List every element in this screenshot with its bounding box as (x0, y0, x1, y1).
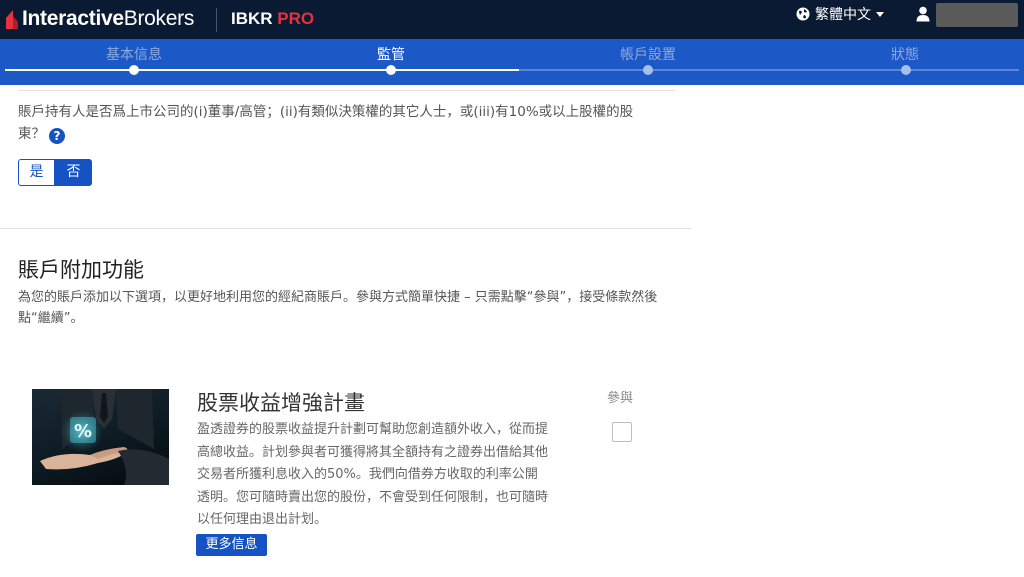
stepper-remaining-line (519, 69, 1019, 71)
yes-button[interactable]: 是 (18, 159, 55, 186)
step-regulatory-dot (386, 65, 396, 75)
username-redacted[interactable] (936, 3, 1018, 27)
section-title: 賬戶附加功能 (18, 258, 144, 282)
user-icon[interactable] (916, 6, 930, 22)
step-account-settings: 帳戶設置 (620, 47, 676, 63)
progress-stepper: 基本信息 監管 帳戶設置 狀態 (0, 39, 1024, 85)
ib-logo-icon (6, 10, 18, 29)
stepper-progress-line (5, 69, 519, 71)
step-status-dot (901, 65, 911, 75)
percent-glyph: % (74, 421, 92, 442)
language-label: 繁體中文 (815, 7, 871, 23)
join-label: 參與 (607, 391, 634, 406)
join-checkbox[interactable] (612, 422, 632, 442)
chevron-down-icon (876, 11, 884, 17)
no-button-selected[interactable]: 否 (55, 159, 92, 186)
insider-question: 賬戶持有人是否爲上市公司的(i)董事/高管；(ii)有類似決策權的其它人士，或(… (18, 101, 658, 145)
interactive-brokers-logo[interactable]: InteractiveBrokers (5, 4, 194, 34)
product-name: IBKR PRO (231, 9, 315, 28)
language-selector[interactable]: 繁體中文 (796, 4, 884, 24)
section-divider (0, 228, 691, 229)
step-basic-info: 基本信息 (106, 47, 162, 63)
card-description: 盈透證券的股票收益提升計劃可幫助您創造額外收入，從而提高總收益。計划參與者可獲得… (197, 422, 549, 527)
help-icon[interactable]: ? (49, 128, 65, 144)
logo-divider (216, 8, 217, 32)
stock-yield-image: % (32, 389, 169, 485)
hand-percent-illustration: % (40, 389, 169, 485)
card-title: 股票收益增強計畫 (197, 391, 365, 415)
top-navigation-bar: InteractiveBrokers IBKR PRO 繁體中文 (0, 0, 1024, 39)
logo-wordmark: InteractiveBrokers (22, 7, 195, 30)
step-account-settings-dot (643, 65, 653, 75)
yes-no-toggle: 是 否 (18, 159, 92, 186)
more-info-button[interactable]: 更多信息 (196, 534, 267, 556)
globe-icon (796, 7, 810, 21)
insider-question-text: 賬戶持有人是否爲上市公司的(i)董事/高管；(ii)有類似決策權的其它人士，或(… (18, 104, 634, 142)
section-description: 為您的賬戶添加以下選項，以更好地利用您的經紀商賬戶。參與方式簡單快捷 – 只需點… (18, 290, 658, 326)
section-divider (18, 90, 675, 91)
step-status: 狀態 (891, 47, 919, 63)
step-basic-info-dot (129, 65, 139, 75)
step-regulatory: 監管 (377, 47, 405, 63)
